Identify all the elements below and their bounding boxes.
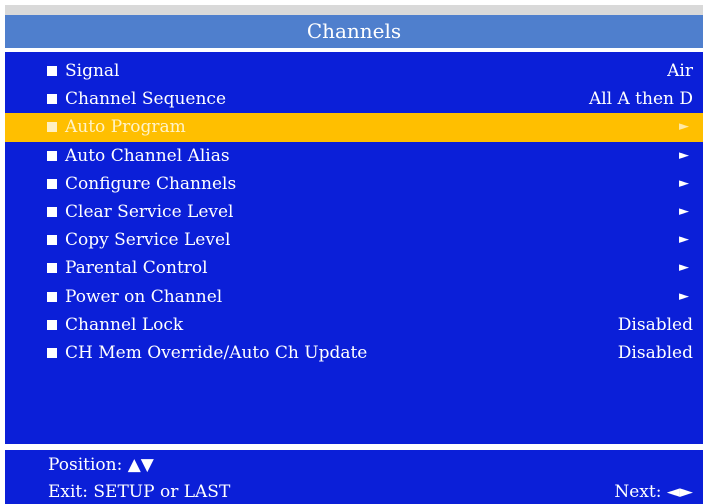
top-border	[5, 5, 703, 15]
menu-item-label: Signal	[65, 61, 120, 81]
menu-item-value: Air	[667, 61, 693, 81]
menu-item-channel-sequence[interactable]: Channel Sequence All A then D	[5, 85, 703, 113]
menu-item-parental-control[interactable]: Parental Control ►	[5, 254, 703, 282]
menu-item-value: Disabled	[617, 342, 693, 363]
menu-list: Signal Air Channel Sequence All A then D…	[5, 57, 703, 367]
menu-item-signal[interactable]: Signal Air	[5, 57, 703, 85]
exit-hint: Exit: SETUP or LAST	[48, 482, 231, 502]
menu-item-label: Channel Lock	[65, 314, 184, 335]
menu-item-label: Auto Program	[65, 117, 186, 138]
menu-item-configure-channels[interactable]: Configure Channels ►	[5, 170, 703, 198]
menu-item-label: CH Mem Override/Auto Ch Update	[65, 342, 368, 363]
menu-panel: Signal Air Channel Sequence All A then D…	[5, 52, 703, 444]
menu-item-label: Power on Channel	[65, 286, 223, 307]
menu-item-power-on-channel[interactable]: Power on Channel ►	[5, 283, 703, 311]
submenu-arrow-icon: ►	[679, 260, 689, 276]
menu-item-channel-lock[interactable]: Channel Lock Disabled	[5, 311, 703, 339]
position-hint: Position: ▲▼	[48, 455, 154, 475]
menu-item-label: Copy Service Level	[65, 230, 231, 251]
square-bullet-icon	[47, 206, 57, 217]
menu-item-auto-program[interactable]: Auto Program ►	[5, 113, 703, 142]
menu-item-value: Disabled	[617, 314, 693, 335]
menu-item-label: Channel Sequence	[65, 89, 227, 110]
menu-title: Channels	[5, 15, 703, 48]
menu-item-copy-service-level[interactable]: Copy Service Level ►	[5, 226, 703, 254]
submenu-arrow-icon: ►	[679, 147, 689, 163]
submenu-arrow-icon: ►	[679, 203, 689, 219]
square-bullet-icon	[47, 291, 57, 302]
menu-item-label: Auto Channel Alias	[65, 145, 230, 166]
square-bullet-icon	[47, 319, 57, 330]
next-hint: Next: ◄►	[614, 482, 693, 502]
menu-item-label: Clear Service Level	[65, 201, 234, 222]
submenu-arrow-icon: ►	[679, 119, 689, 135]
menu-item-auto-channel-alias[interactable]: Auto Channel Alias ►	[5, 142, 703, 170]
submenu-arrow-icon: ►	[679, 288, 689, 304]
square-bullet-icon	[47, 122, 57, 133]
help-footer: Position: ▲▼ Exit: SETUP or LAST Next: ◄…	[5, 450, 703, 504]
menu-item-value: All A then D	[588, 89, 693, 110]
menu-item-ch-mem-override[interactable]: CH Mem Override/Auto Ch Update Disabled	[5, 339, 703, 367]
square-bullet-icon	[47, 235, 57, 246]
square-bullet-icon	[47, 94, 57, 105]
square-bullet-icon	[47, 178, 57, 189]
square-bullet-icon	[47, 347, 57, 358]
menu-item-label: Configure Channels	[65, 173, 237, 194]
menu-item-label: Parental Control	[65, 258, 208, 279]
square-bullet-icon	[47, 263, 57, 274]
square-bullet-icon	[47, 150, 57, 161]
submenu-arrow-icon: ►	[679, 175, 689, 191]
submenu-arrow-icon: ►	[679, 232, 689, 248]
menu-item-clear-service-level[interactable]: Clear Service Level ►	[5, 198, 703, 226]
square-bullet-icon	[47, 66, 57, 76]
